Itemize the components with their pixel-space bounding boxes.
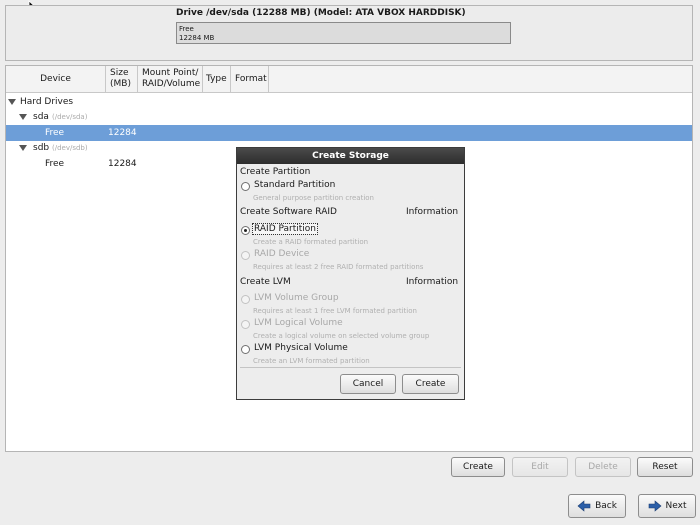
edit-button[interactable]: Edit: [512, 457, 568, 477]
raid-partition-label: RAID Partition: [252, 223, 318, 235]
create-button[interactable]: Create: [451, 457, 505, 477]
disk-name: sdb: [33, 143, 50, 153]
reset-button[interactable]: Reset: [637, 457, 693, 477]
radio-raid-device[interactable]: [241, 251, 250, 260]
raid-information-link[interactable]: Information: [406, 207, 458, 217]
option-lvm-logical-volume[interactable]: LVM Logical Volume: [254, 318, 343, 328]
desc-raid-partition: Create a RAID formated partition: [253, 238, 369, 246]
create-storage-dialog: Create Storage Create Partition Standard…: [236, 147, 465, 400]
desc-standard-partition: General purpose partition creation: [253, 194, 374, 202]
lvm-information-link[interactable]: Information: [406, 277, 458, 287]
radio-standard-partition[interactable]: [241, 182, 250, 191]
partition-name: Free: [45, 159, 65, 169]
back-button[interactable]: Back: [568, 494, 626, 518]
next-button[interactable]: Next: [638, 494, 696, 518]
section-create-partition: Create Partition: [240, 167, 311, 177]
expander-icon[interactable]: [19, 145, 27, 151]
drive-title: Drive /dev/sda (12288 MB) (Model: ATA VB…: [176, 8, 466, 18]
radio-lvm-volume-group[interactable]: [241, 295, 250, 304]
disk-path: (/dev/sdb): [52, 144, 88, 152]
tree-row-sda[interactable]: sda (/dev/sda): [6, 109, 692, 125]
option-raid-device[interactable]: RAID Device: [254, 249, 309, 259]
column-mount-point[interactable]: Mount Point/RAID/Volume: [138, 66, 203, 92]
option-raid-partition[interactable]: RAID Partition: [252, 223, 318, 235]
drive-bar-label: Free: [179, 25, 194, 33]
desc-raid-device: Requires at least 2 free RAID formated p…: [253, 263, 424, 271]
expander-icon[interactable]: [8, 99, 16, 105]
column-device[interactable]: Device: [6, 66, 106, 92]
option-lvm-physical-volume[interactable]: LVM Physical Volume: [254, 343, 348, 353]
radio-lvm-physical-volume[interactable]: [241, 345, 250, 354]
desc-lvm-physical-volume: Create an LVM formated partition: [253, 357, 370, 365]
tree-row-hard-drives[interactable]: Hard Drives: [6, 94, 692, 110]
next-label: Next: [665, 501, 687, 511]
tree-label-hard-drives: Hard Drives: [20, 97, 74, 107]
dialog-create-button[interactable]: Create: [402, 374, 459, 394]
option-lvm-volume-group[interactable]: LVM Volume Group: [254, 293, 339, 303]
desc-lvm-volume-group: Requires at least 1 free LVM formated pa…: [253, 307, 417, 315]
tree-header: Device Size (MB) Mount Point/RAID/Volume …: [6, 66, 692, 93]
section-create-software-raid: Create Software RAID: [240, 207, 337, 217]
delete-button[interactable]: Delete: [575, 457, 631, 477]
partition-size: 12284: [108, 128, 137, 138]
option-standard-partition[interactable]: Standard Partition: [254, 180, 335, 190]
partition-size: 12284: [108, 159, 137, 169]
arrow-left-icon: [577, 500, 591, 512]
column-format[interactable]: Format: [231, 66, 269, 92]
expander-icon[interactable]: [19, 114, 27, 120]
back-label: Back: [595, 501, 617, 511]
partition-name: Free: [45, 128, 65, 138]
arrow-right-icon: [648, 500, 661, 512]
column-size[interactable]: Size (MB): [106, 66, 138, 92]
dialog-separator: [240, 367, 461, 368]
disk-name: sda: [33, 112, 49, 122]
section-create-lvm: Create LVM: [240, 277, 291, 287]
dialog-title: Create Storage: [237, 148, 464, 164]
desc-lvm-logical-volume: Create a logical volume on selected volu…: [253, 332, 430, 340]
drive-free-space-bar[interactable]: Free 12284 MB: [176, 22, 511, 44]
tree-row-sda-free[interactable]: Free 12284: [6, 125, 692, 141]
disk-path: (/dev/sda): [52, 113, 88, 121]
radio-lvm-logical-volume[interactable]: [241, 320, 250, 329]
drive-bar-size: 12284 MB: [179, 34, 215, 42]
radio-raid-partition[interactable]: [241, 226, 250, 235]
dialog-cancel-button[interactable]: Cancel: [340, 374, 396, 394]
column-type[interactable]: Type: [203, 66, 231, 92]
